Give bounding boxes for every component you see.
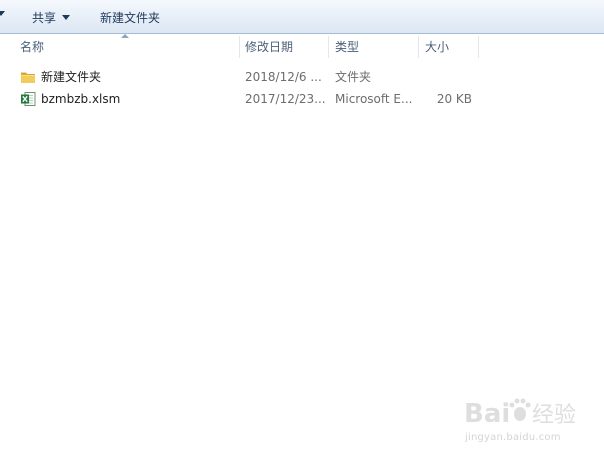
file-date: 2018/12/6 ...	[245, 70, 322, 84]
file-name: 新建文件夹	[41, 70, 102, 84]
column-header-size[interactable]: 大小	[419, 34, 479, 60]
chevron-down-icon[interactable]	[0, 11, 5, 16]
file-type: 文件夹	[335, 70, 372, 84]
column-header-name[interactable]: 名称	[14, 34, 240, 60]
svg-text:Bai: Bai	[464, 399, 510, 429]
chevron-down-icon	[62, 15, 71, 20]
explorer-window: 共享 新建文件夹 名称 修改日期 类型 大小 新建文件夹 2018/12/6 .…	[0, 0, 604, 460]
column-header-row: 名称 修改日期 类型 大小	[0, 34, 604, 60]
file-type: Microsoft E...	[335, 92, 413, 106]
column-divider[interactable]	[478, 36, 479, 58]
column-header-date[interactable]: 修改日期	[239, 34, 329, 60]
file-name: bzmbzb.xlsm	[41, 92, 121, 106]
list-item[interactable]: bzmbzb.xlsm 2017/12/23... Microsoft E...…	[14, 88, 484, 110]
share-button[interactable]: 共享	[32, 9, 71, 27]
baidu-logo-icon: Bai 经验	[464, 398, 576, 429]
baidu-watermark: Bai 经验 jingyan.baidu.com	[462, 392, 592, 448]
new-folder-button[interactable]: 新建文件夹	[100, 9, 160, 27]
list-item[interactable]: 新建文件夹 2018/12/6 ... 文件夹	[14, 66, 484, 88]
svg-text:经验: 经验	[532, 403, 576, 428]
file-date: 2017/12/23...	[245, 92, 326, 106]
command-bar: 共享 新建文件夹	[0, 0, 604, 34]
column-header-type[interactable]: 类型	[329, 34, 419, 60]
watermark-caption: jingyan.baidu.com	[465, 432, 561, 443]
excel-file-icon	[20, 91, 36, 107]
file-size: 20 KB	[436, 92, 472, 106]
folder-icon	[20, 69, 36, 85]
share-button-label: 共享	[32, 11, 57, 25]
